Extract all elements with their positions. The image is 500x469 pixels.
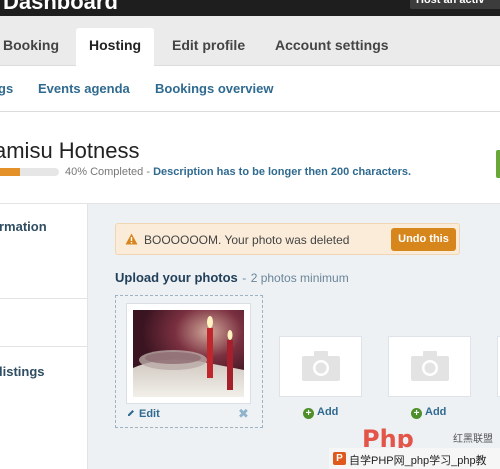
- camera-icon: [411, 351, 449, 381]
- subnav-item-bookings-overview[interactable]: Bookings overview: [155, 81, 273, 96]
- sub-nav: gs Events agenda Bookings overview: [0, 66, 500, 112]
- sidebar-divider: [0, 298, 88, 299]
- plus-icon: +: [411, 408, 422, 419]
- upload-photos-heading: Upload your photos - 2 photos minimum: [115, 269, 349, 287]
- subnav-item-events-agenda[interactable]: Events agenda: [38, 81, 130, 96]
- main-nav: Booking Hosting Edit profile Account set…: [0, 16, 500, 66]
- remove-photo-icon[interactable]: ✖: [238, 406, 249, 422]
- brand-title: Dashboard: [3, 0, 118, 14]
- listing-sidebar: rmation listings: [0, 203, 88, 469]
- sidebar-item-listings[interactable]: listings: [0, 364, 45, 379]
- add-photo-link[interactable]: + Add: [411, 406, 446, 419]
- subnav-item-listings[interactable]: gs: [0, 81, 13, 96]
- php-logo-icon: P: [333, 452, 346, 465]
- completion-progress-bar: [0, 168, 59, 176]
- alert-message: BOOOOOOM. Your photo was deleted: [144, 233, 350, 247]
- add-label: Add: [317, 406, 339, 418]
- edit-label: Edit: [139, 408, 160, 420]
- upload-title: Upload your photos: [115, 270, 238, 285]
- pencil-icon: [128, 410, 134, 416]
- camera-icon: [302, 351, 340, 381]
- empty-photo-slot[interactable]: [388, 336, 471, 397]
- tab-hosting[interactable]: Hosting: [76, 28, 155, 66]
- plus-icon: +: [303, 408, 314, 419]
- upload-separator: -: [242, 271, 247, 285]
- tab-account-settings[interactable]: Account settings: [275, 37, 389, 53]
- progress-status: 40% Completed - Description has to be lo…: [65, 166, 411, 178]
- sidebar-divider: [0, 346, 88, 347]
- sidebar-item-information[interactable]: rmation: [0, 219, 47, 234]
- undo-button[interactable]: Undo this: [391, 228, 456, 251]
- tab-booking[interactable]: Booking: [3, 37, 59, 53]
- upload-subtitle: 2 photos minimum: [250, 271, 349, 285]
- empty-photo-slot[interactable]: [279, 336, 362, 397]
- publish-button-edge[interactable]: [496, 150, 500, 178]
- progress-separator: -: [146, 166, 151, 178]
- watermark-logo-text: Php: [362, 427, 414, 449]
- uploaded-photo: [133, 310, 244, 397]
- watermark-text: 自学PHP网_php学习_php教: [349, 455, 487, 467]
- photo-deleted-alert: BOOOOOOM. Your photo was deleted Undo th…: [115, 223, 460, 255]
- tab-edit-profile[interactable]: Edit profile: [172, 37, 245, 53]
- edit-photo-link[interactable]: Edit: [127, 408, 160, 420]
- watermark-bar: P 自学PHP网_php学习_php教: [329, 448, 500, 469]
- uploaded-photo-frame: [126, 303, 251, 404]
- watermark-caption: 红黑联盟: [453, 434, 493, 445]
- progress-label: 40% Completed: [65, 166, 144, 178]
- progress-fill: [0, 168, 20, 176]
- add-label: Add: [425, 406, 447, 418]
- top-bar: Dashboard Host an activ: [0, 0, 500, 16]
- host-activity-button[interactable]: Host an activ: [410, 0, 500, 9]
- description-warning-link[interactable]: Description has to be longer then 200 ch…: [153, 166, 411, 178]
- warning-icon: [125, 233, 138, 245]
- watermark-logo: Php: [362, 427, 414, 449]
- add-photo-link[interactable]: + Add: [303, 406, 338, 419]
- listing-title: amisu Hotness: [0, 138, 140, 163]
